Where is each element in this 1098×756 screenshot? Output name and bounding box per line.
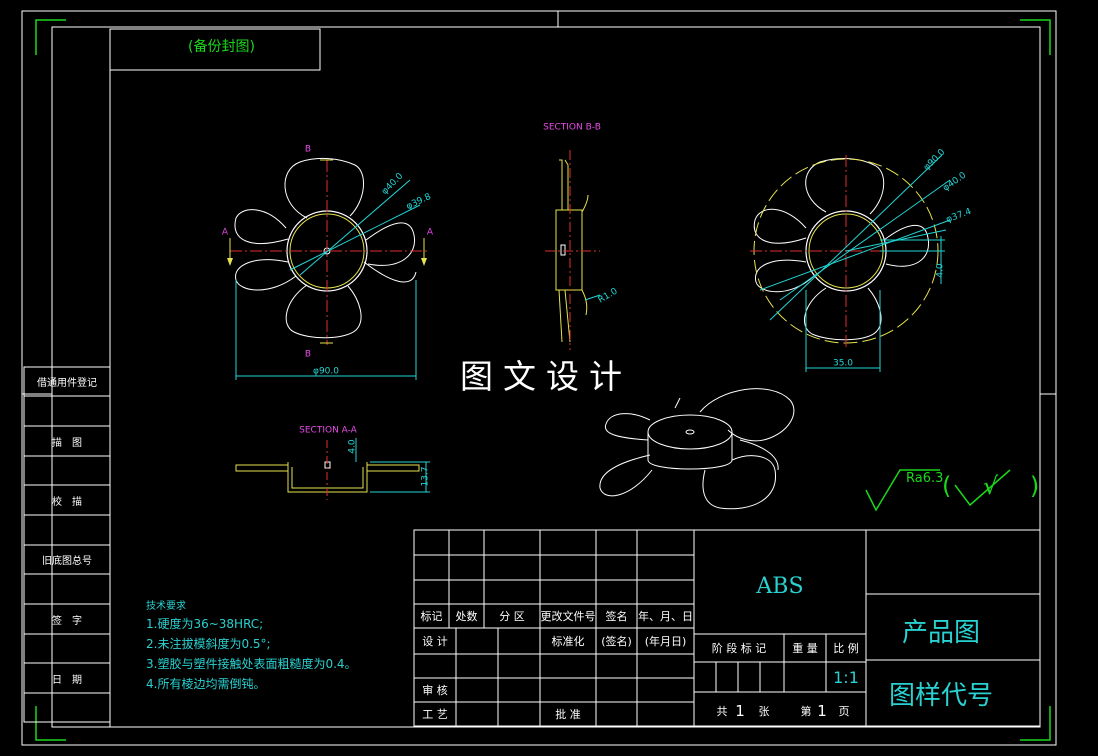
dim-h13-7: 13.7 — [420, 466, 431, 487]
section-bb-view — [545, 150, 601, 350]
tech-item: 4.所有棱边均需倒钝。 — [146, 677, 266, 691]
tb-sheets-total-label: 共 — [716, 705, 728, 718]
section-label-b-bottom: B — [304, 349, 312, 360]
tb-review: 审 核 — [422, 684, 448, 697]
section-aa-title: SECTION A-A — [299, 425, 357, 436]
tb-stage-header: 阶 段 标 记 — [711, 642, 767, 655]
tb-page-unit: 页 — [838, 705, 850, 718]
side-label-borrow: 借通用件登记 — [37, 377, 97, 389]
front-view-right — [750, 154, 951, 372]
tech-title: 技术要求 — [146, 601, 186, 612]
isometric-fan — [599, 388, 795, 510]
tb-product-name: 产品图 — [901, 617, 980, 648]
dim-h4-aa: 4.0 — [347, 439, 358, 454]
tech-requirements: 技术要求 1.硬度为36~38HRC; 2.未注拔模斜度为0.5°; 3.塑胶与… — [146, 600, 357, 694]
section-bb-title: SECTION B-B — [543, 122, 601, 133]
dim-h4-right: 4.0 — [935, 263, 946, 278]
tb-material: ABS — [756, 573, 804, 599]
side-label-sign: 签 字 — [52, 615, 82, 627]
tb-drawing-code: 图样代号 — [888, 680, 993, 711]
tb-header-count: 处数 — [455, 610, 478, 623]
tb-header-sign: 签名 — [605, 610, 628, 623]
roughness-value: Ra6.3 — [906, 471, 944, 486]
tb-scale-header: 比 例 — [833, 642, 859, 655]
watermark: 图文设计 — [460, 357, 632, 396]
dim-w35: 35.0 — [832, 358, 854, 369]
tb-header-change-doc: 更改文件号 — [540, 610, 596, 623]
tech-item: 2.未注拔模斜度为0.5°; — [146, 637, 271, 651]
tb-process: 工 艺 — [422, 708, 448, 721]
tb-sheets-unit: 张 — [758, 705, 770, 718]
section-label-b-top: B — [304, 144, 312, 155]
tb-signature: (签名) — [601, 635, 632, 648]
tb-header-date: 年、月、日 — [638, 610, 693, 623]
tb-sheets-total-value: 1 — [735, 702, 745, 720]
section-label-a-right: A — [426, 227, 434, 238]
tb-standard: 标准化 — [551, 635, 585, 648]
tb-weight-header: 重 量 — [792, 642, 818, 655]
tech-item: 3.塑胶与塑件接触处表面粗糙度为0.4。 — [146, 657, 357, 671]
top-box-label: (备份封图) — [188, 39, 255, 55]
side-label-trace: 描 图 — [52, 437, 82, 449]
section-aa-view — [235, 438, 430, 500]
tb-scale-value: 1:1 — [833, 667, 859, 687]
tb-approve: 批 准 — [555, 708, 581, 721]
section-label-a-left: A — [221, 227, 229, 238]
side-label-check: 校 描 — [52, 496, 82, 508]
side-label-date: 日 期 — [52, 674, 82, 686]
tech-item: 1.硬度为36~38HRC; — [146, 617, 264, 631]
tb-date: (年月日) — [644, 635, 687, 648]
roughness-paren: ( √ ) — [942, 472, 1052, 500]
side-label-old-number: 旧底图总号 — [42, 555, 92, 567]
tb-design: 设 计 — [422, 635, 448, 648]
tb-header-mark: 标记 — [420, 610, 443, 623]
tb-sheet-no-value: 1 — [817, 702, 827, 720]
tb-header-zone: 分 区 — [499, 610, 525, 623]
dim-d90-left: φ90.0 — [313, 366, 339, 377]
front-view-left — [227, 157, 430, 380]
